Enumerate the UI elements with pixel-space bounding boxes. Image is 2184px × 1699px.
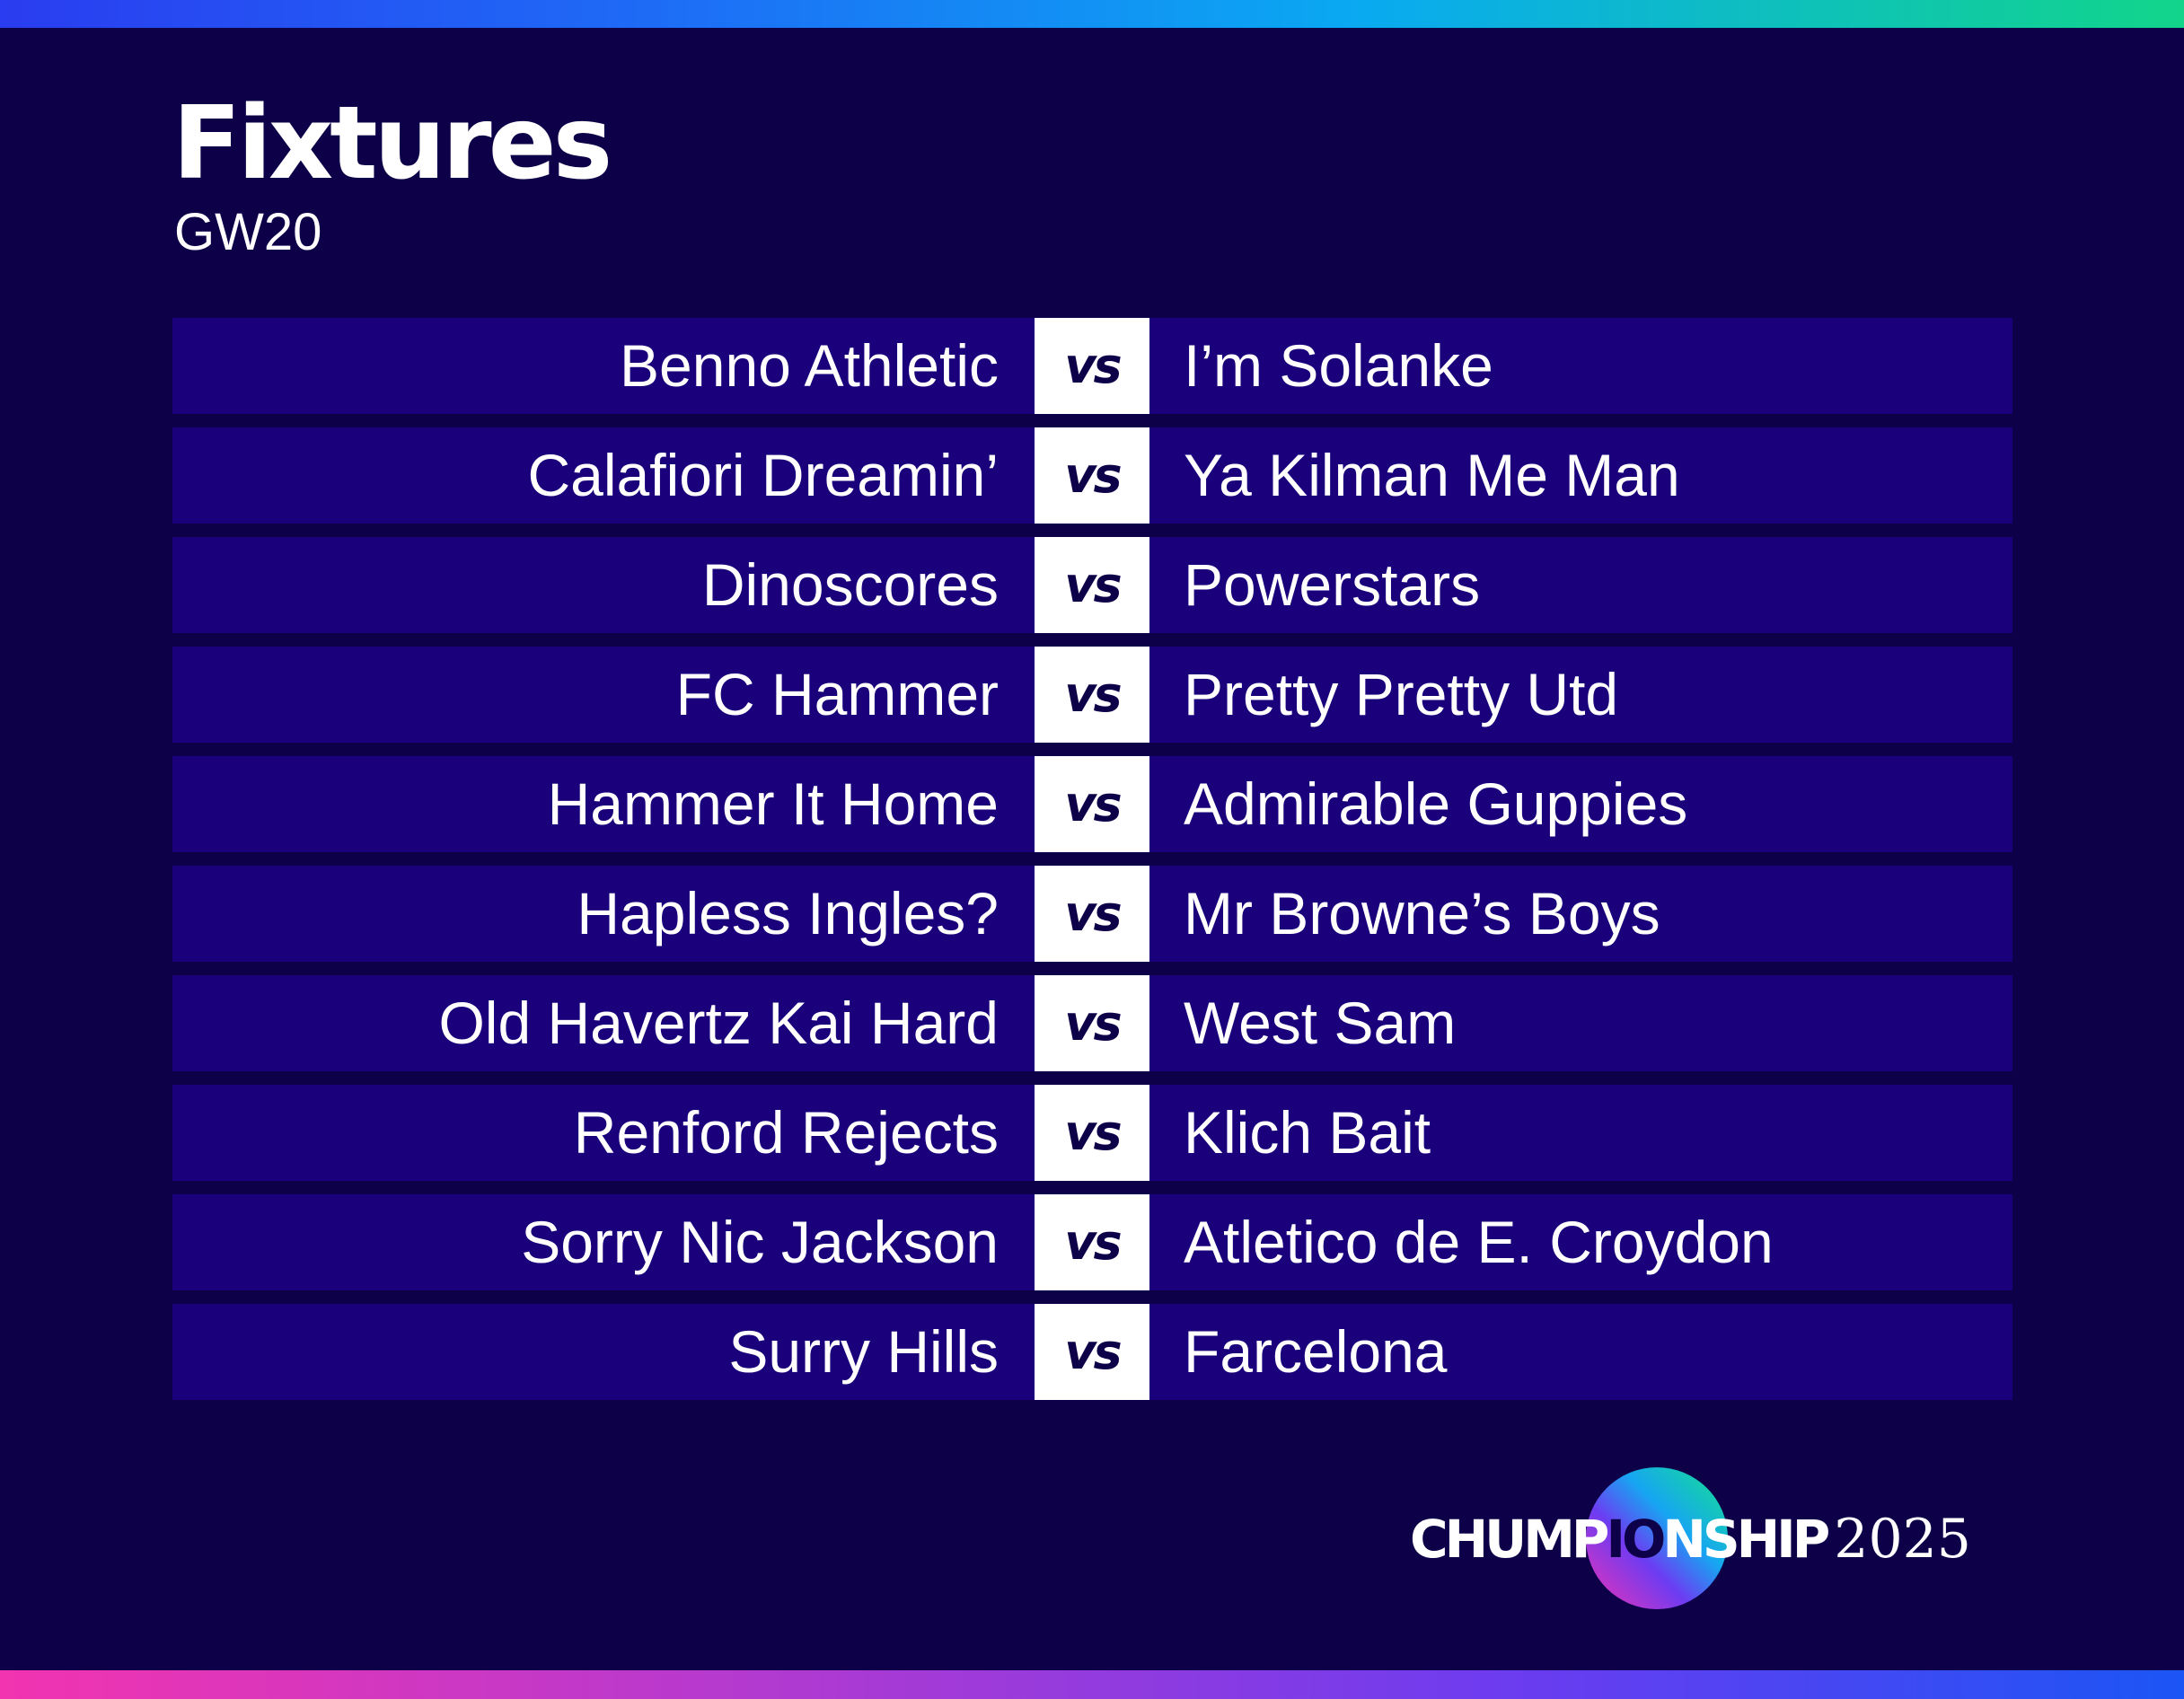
- fixture-row: Calafiori Dreamin’ vs Ya Kilman Me Man: [172, 427, 2012, 524]
- away-team: Farcelona: [1184, 1318, 1448, 1385]
- fixture-row: Renford Rejects vs Klich Bait: [172, 1085, 2012, 1181]
- logo-name-end: NSHIP: [1662, 1509, 1830, 1570]
- away-team: Admirable Guppies: [1184, 770, 1688, 837]
- vs-badge: vs: [1035, 647, 1149, 743]
- home-team: Old Havertz Kai Hard: [438, 990, 999, 1056]
- away-team: Mr Browne’s Boys: [1184, 880, 1660, 946]
- vs-badge: vs: [1035, 537, 1149, 633]
- vs-badge: vs: [1035, 866, 1149, 962]
- home-team: Hapless Ingles?: [577, 880, 999, 946]
- home-team: Dinoscores: [701, 551, 999, 618]
- gameweek-label: GW20: [174, 203, 322, 261]
- home-team: Calafiori Dreamin’: [527, 442, 1000, 508]
- fixture-row: Benno Athletic vs I’m Solanke: [172, 318, 2012, 414]
- away-team: Atletico de E. Croydon: [1184, 1209, 1774, 1275]
- fixture-row: Surry Hills vs Farcelona: [172, 1304, 2012, 1400]
- home-team: FC Hammer: [675, 661, 999, 727]
- away-team: I’m Solanke: [1184, 332, 1493, 399]
- vs-badge: vs: [1035, 1194, 1149, 1290]
- vs-badge: vs: [1035, 1304, 1149, 1400]
- logo-year: 2025: [1834, 1508, 1971, 1571]
- away-team: West Sam: [1184, 990, 1457, 1056]
- vs-badge: vs: [1035, 427, 1149, 524]
- away-team: Klich Bait: [1184, 1099, 1431, 1166]
- fixture-row: Hammer It Home vs Admirable Guppies: [172, 756, 2012, 852]
- away-team: Pretty Pretty Utd: [1184, 661, 1619, 727]
- logo-name-start: CHUMP: [1410, 1509, 1609, 1570]
- vs-badge: vs: [1035, 975, 1149, 1071]
- home-team: Renford Rejects: [573, 1099, 999, 1166]
- home-team: Surry Hills: [728, 1318, 999, 1385]
- home-team: Hammer It Home: [547, 770, 999, 837]
- fixture-row: Dinoscores vs Powerstars: [172, 537, 2012, 633]
- logo-wordmark: CHUMPIONSHIP 2025: [1410, 1512, 1971, 1566]
- away-team: Powerstars: [1184, 551, 1481, 618]
- fixture-row: Sorry Nic Jackson vs Atletico de E. Croy…: [172, 1194, 2012, 1290]
- bottom-gradient-bar: [0, 1670, 2184, 1699]
- vs-badge: vs: [1035, 1085, 1149, 1181]
- top-gradient-bar: [0, 0, 2184, 28]
- home-team: Benno Athletic: [620, 332, 999, 399]
- home-team: Sorry Nic Jackson: [521, 1209, 999, 1275]
- vs-badge: vs: [1035, 318, 1149, 414]
- fixture-row: Old Havertz Kai Hard vs West Sam: [172, 975, 2012, 1071]
- fixtures-list: Benno Athletic vs I’m Solanke Calafiori …: [172, 318, 2012, 1413]
- away-team: Ya Kilman Me Man: [1184, 442, 1680, 508]
- championship-logo: CHUMPIONSHIP 2025: [1410, 1464, 2021, 1616]
- vs-badge: vs: [1035, 756, 1149, 852]
- logo-name-middle: IO: [1606, 1509, 1666, 1570]
- fixture-row: FC Hammer vs Pretty Pretty Utd: [172, 647, 2012, 743]
- fixture-row: Hapless Ingles? vs Mr Browne’s Boys: [172, 866, 2012, 962]
- page-title: Fixtures: [172, 85, 612, 202]
